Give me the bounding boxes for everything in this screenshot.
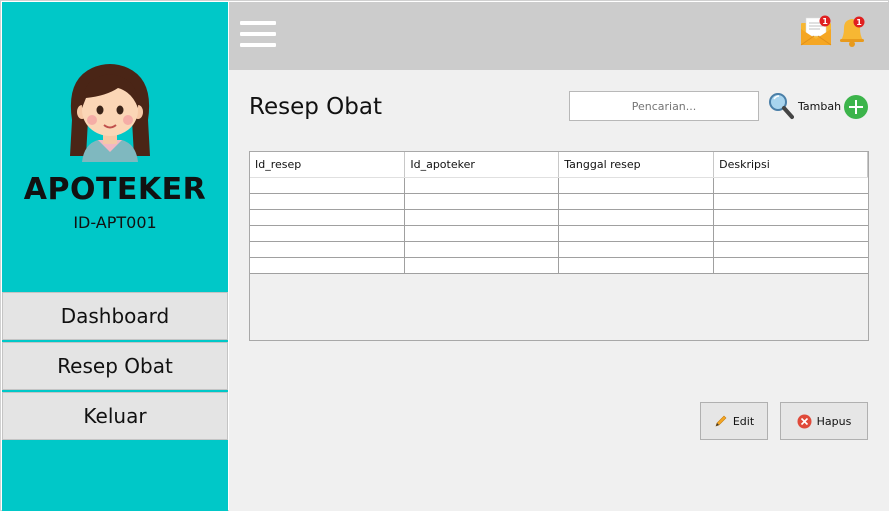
resep-table[interactable]: Id_resep Id_apoteker Tanggal resep Deskr… bbox=[250, 152, 868, 274]
resep-table-panel: Id_resep Id_apoteker Tanggal resep Deskr… bbox=[249, 151, 869, 341]
pencil-icon bbox=[715, 415, 727, 427]
table-cell[interactable] bbox=[404, 208, 560, 226]
column-header-id-apoteker[interactable]: Id_apoteker bbox=[404, 152, 560, 178]
table-row[interactable] bbox=[250, 208, 868, 226]
table-cell[interactable] bbox=[558, 176, 715, 194]
nav-resep-obat-button[interactable]: Resep Obat bbox=[2, 342, 228, 390]
table-cell[interactable] bbox=[250, 176, 406, 194]
table-row[interactable] bbox=[250, 224, 868, 242]
table-cell[interactable] bbox=[713, 208, 868, 226]
table-cell[interactable] bbox=[404, 192, 560, 210]
table-cell[interactable] bbox=[558, 240, 715, 258]
table-cell[interactable] bbox=[250, 224, 406, 242]
table-cell[interactable] bbox=[558, 208, 715, 226]
table-cell[interactable] bbox=[404, 240, 560, 258]
edit-button-label: Edit bbox=[732, 414, 755, 428]
table-row[interactable] bbox=[250, 192, 868, 210]
table-header-row: Id_resep Id_apoteker Tanggal resep Deskr… bbox=[250, 152, 868, 178]
page-title: Resep Obat bbox=[249, 94, 382, 120]
table-cell[interactable] bbox=[558, 192, 715, 210]
plus-circle-icon[interactable] bbox=[843, 94, 869, 120]
edit-button[interactable]: Edit bbox=[700, 402, 768, 440]
mail-badge-count: 1 bbox=[822, 17, 828, 26]
column-header-deskripsi[interactable]: Deskripsi bbox=[713, 152, 868, 178]
column-header-tanggal-resep[interactable]: Tanggal resep bbox=[558, 152, 715, 178]
column-header-id-resep[interactable]: Id_resep bbox=[250, 152, 406, 178]
table-cell[interactable] bbox=[713, 192, 868, 210]
table-cell[interactable] bbox=[250, 192, 406, 210]
table-cell[interactable] bbox=[404, 224, 560, 242]
user-id-label: ID-APT001 bbox=[73, 213, 157, 232]
table-cell[interactable] bbox=[250, 256, 406, 274]
top-bar: 1 1 bbox=[229, 2, 889, 70]
table-cell[interactable] bbox=[250, 208, 406, 226]
role-title: APOTEKER bbox=[23, 172, 207, 207]
app-window: APOTEKER ID-APT001 Dashboard Resep Obat … bbox=[0, 0, 889, 511]
table-cell[interactable] bbox=[713, 256, 868, 274]
search-icon[interactable] bbox=[768, 92, 794, 120]
table-row[interactable] bbox=[250, 176, 868, 194]
table-cell[interactable] bbox=[713, 240, 868, 258]
bell-badge-count: 1 bbox=[856, 18, 862, 27]
sidebar: APOTEKER ID-APT001 Dashboard Resep Obat … bbox=[2, 2, 228, 511]
delete-button-label: Hapus bbox=[816, 414, 852, 428]
search-input[interactable] bbox=[569, 91, 759, 121]
nav-keluar-button[interactable]: Keluar bbox=[2, 392, 228, 440]
table-cell[interactable] bbox=[558, 224, 715, 242]
bell-icon[interactable]: 1 bbox=[835, 14, 869, 48]
table-row[interactable] bbox=[250, 256, 868, 274]
mail-icon[interactable]: 1 bbox=[800, 15, 834, 47]
table-cell[interactable] bbox=[404, 176, 560, 194]
hamburger-menu-icon[interactable] bbox=[240, 21, 276, 47]
x-circle-icon bbox=[797, 414, 812, 428]
table-cell[interactable] bbox=[713, 176, 868, 194]
table-cell[interactable] bbox=[558, 256, 715, 274]
user-avatar-icon bbox=[70, 64, 150, 162]
table-cell[interactable] bbox=[404, 256, 560, 274]
table-row[interactable] bbox=[250, 240, 868, 258]
add-label[interactable]: Tambah bbox=[798, 100, 841, 113]
nav-dashboard-button[interactable]: Dashboard bbox=[2, 292, 228, 340]
table-cell[interactable] bbox=[250, 240, 406, 258]
table-cell[interactable] bbox=[713, 224, 868, 242]
main-content: Resep Obat Tambah Id_resep Id_apoteker T… bbox=[229, 70, 889, 511]
delete-button[interactable]: Hapus bbox=[780, 402, 868, 440]
